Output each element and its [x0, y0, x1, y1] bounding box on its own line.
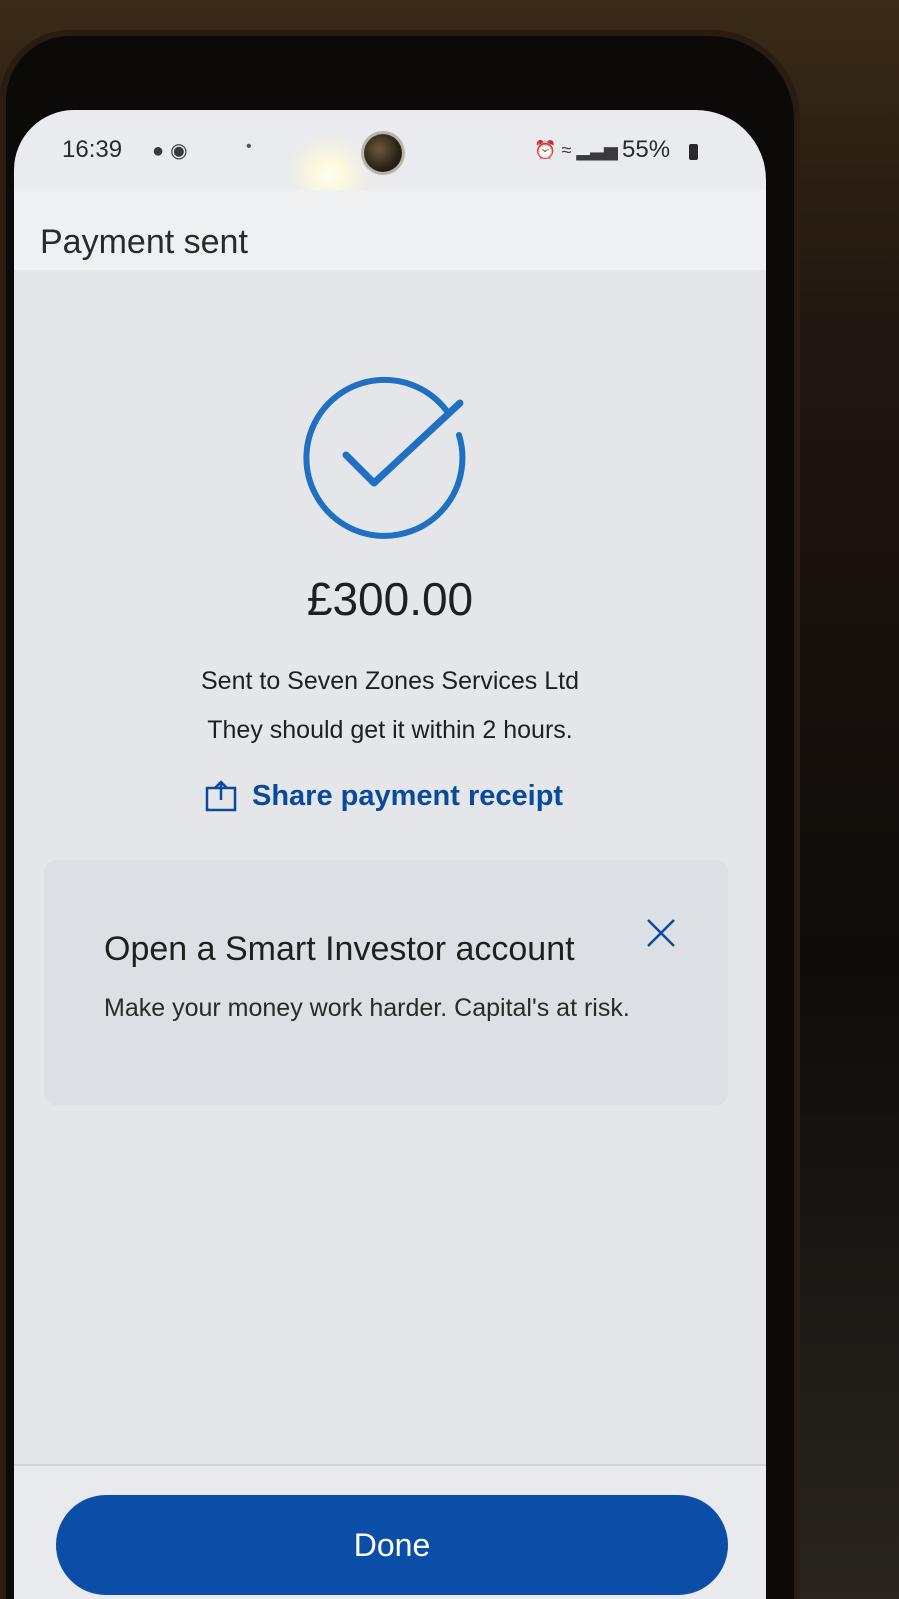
app-icon: ◉ — [170, 140, 194, 162]
phone-case: 16:39 ●◉ • ⏰ ≈ ▂▃▅ 55% Payment sent £300… — [0, 30, 800, 1599]
promo-card[interactable]: Open a Smart Investor account Make your … — [44, 860, 728, 1105]
status-time: 16:39 — [62, 136, 123, 163]
front-camera — [364, 134, 402, 172]
payment-amount: £300.00 — [306, 573, 474, 625]
chat-icon: ● — [152, 140, 171, 162]
wifi-icon: ≈ — [561, 140, 572, 160]
eta-text: They should get it within 2 hours. — [207, 716, 573, 744]
promo-title: Open a Smart Investor account — [104, 930, 575, 968]
share-receipt-link[interactable]: Share payment receipt — [204, 776, 563, 816]
close-icon[interactable] — [644, 916, 678, 950]
promo-subtitle: Make your money work harder. Capital's a… — [104, 994, 630, 1022]
notification-icons: ●◉ — [152, 138, 194, 163]
share-icon — [205, 780, 237, 812]
signal-icon: ▂▃▅ — [576, 140, 618, 160]
status-bar: 16:39 ●◉ • ⏰ ≈ ▂▃▅ 55% — [14, 110, 766, 220]
photo-scene: 16:39 ●◉ • ⏰ ≈ ▂▃▅ 55% Payment sent £300… — [0, 0, 899, 1599]
share-receipt-label: Share payment receipt — [252, 779, 564, 812]
done-button[interactable]: Done — [56, 1495, 728, 1595]
status-right-icons: ⏰ ≈ ▂▃▅ — [534, 140, 618, 161]
battery-percentage: 55% — [622, 136, 671, 163]
notification-dot-icon: • — [246, 138, 252, 155]
recipient-text: Sent to Seven Zones Services Ltd — [201, 667, 579, 695]
battery-icon — [689, 144, 698, 160]
alarm-icon: ⏰ — [534, 140, 557, 160]
page-title: Payment sent — [40, 222, 248, 261]
check-circle-icon — [303, 376, 466, 539]
phone-screen: 16:39 ●◉ • ⏰ ≈ ▂▃▅ 55% Payment sent £300… — [14, 110, 766, 1599]
